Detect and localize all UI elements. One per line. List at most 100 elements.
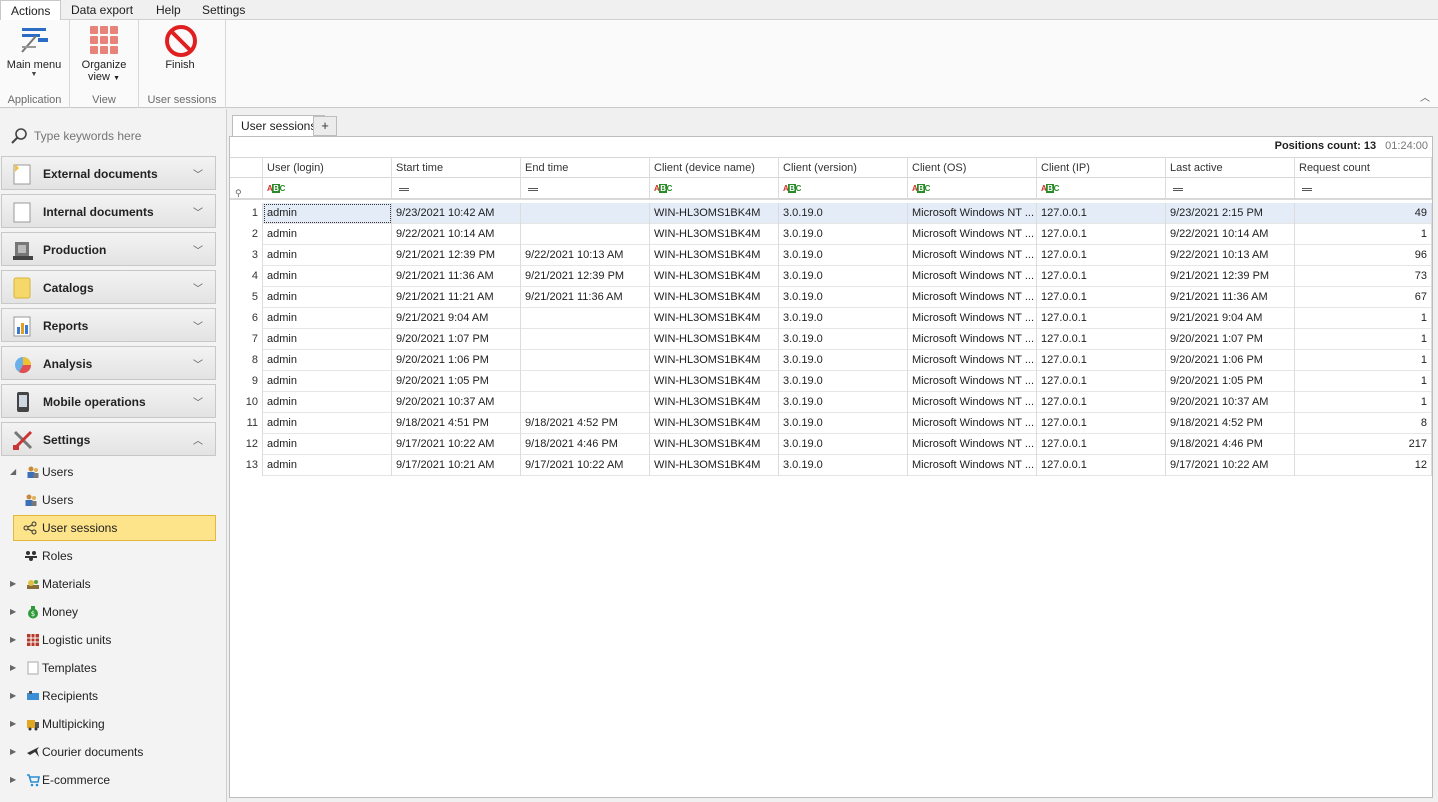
table-cell[interactable] [521, 371, 650, 392]
column-header[interactable]: Request count [1295, 158, 1432, 179]
table-cell[interactable]: 1 [1295, 329, 1432, 350]
search-input[interactable] [34, 128, 214, 144]
table-cell[interactable]: WIN-HL3OMS1BK4M [650, 287, 779, 308]
tree-item-logistic-units[interactable]: ▶ Logistic units [10, 629, 210, 651]
row-number[interactable]: 11 [230, 413, 263, 434]
table-cell[interactable]: 9/18/2021 4:52 PM [1166, 413, 1295, 434]
table-cell[interactable]: 127.0.0.1 [1037, 434, 1166, 455]
table-cell[interactable]: 9/20/2021 1:07 PM [392, 329, 521, 350]
main-menu-button[interactable]: Main menu ▼ [3, 22, 65, 79]
table-cell[interactable]: Microsoft Windows NT ... [908, 287, 1037, 308]
table-cell[interactable]: Microsoft Windows NT ... [908, 203, 1037, 224]
table-cell[interactable]: 3.0.19.0 [779, 350, 908, 371]
table-cell[interactable]: 9/21/2021 9:04 AM [1166, 308, 1295, 329]
table-cell[interactable]: WIN-HL3OMS1BK4M [650, 350, 779, 371]
table-cell[interactable]: 9/21/2021 11:36 AM [1166, 287, 1295, 308]
tree-item-users-group[interactable]: ◢ Users [10, 461, 210, 483]
nav-group-internal-documents[interactable]: Internal documents ﹀ [1, 194, 216, 228]
tree-item-roles[interactable]: Roles [14, 545, 214, 567]
table-cell[interactable]: 127.0.0.1 [1037, 245, 1166, 266]
table-cell[interactable]: 9/22/2021 10:14 AM [1166, 224, 1295, 245]
table-cell[interactable]: 3.0.19.0 [779, 224, 908, 245]
table-cell[interactable]: 1 [1295, 224, 1432, 245]
table-cell[interactable]: 9/23/2021 10:42 AM [392, 203, 521, 224]
tree-item-courier-documents[interactable]: ▶ Courier documents [10, 741, 210, 763]
table-row[interactable]: 10 admin 9/20/2021 10:37 AM WIN-HL3OMS1BK4M… [230, 392, 1432, 413]
table-cell[interactable]: 9/21/2021 11:36 AM [521, 287, 650, 308]
table-cell[interactable]: WIN-HL3OMS1BK4M [650, 329, 779, 350]
row-number[interactable]: 9 [230, 371, 263, 392]
table-cell[interactable]: 9/21/2021 12:39 PM [1166, 266, 1295, 287]
table-cell[interactable]: 9/17/2021 10:22 AM [1166, 455, 1295, 476]
tree-item-users[interactable]: Users [14, 489, 214, 511]
table-cell[interactable]: WIN-HL3OMS1BK4M [650, 434, 779, 455]
menu-tab-help[interactable]: Help [146, 0, 191, 20]
filter-icon[interactable]: ⚲ [230, 178, 263, 199]
table-cell[interactable]: 9/22/2021 10:14 AM [392, 224, 521, 245]
table-cell[interactable] [521, 308, 650, 329]
table-cell[interactable]: 127.0.0.1 [1037, 203, 1166, 224]
table-cell[interactable]: admin [263, 455, 392, 476]
table-cell[interactable]: Microsoft Windows NT ... [908, 245, 1037, 266]
table-cell[interactable]: 127.0.0.1 [1037, 455, 1166, 476]
table-cell[interactable]: 9/17/2021 10:22 AM [392, 434, 521, 455]
table-cell[interactable]: 127.0.0.1 [1037, 287, 1166, 308]
table-row[interactable]: 7 admin 9/20/2021 1:07 PM WIN-HL3OMS1BK4M 3.… [230, 329, 1432, 350]
tree-item-materials[interactable]: ▶ Materials [10, 573, 210, 595]
table-cell[interactable]: 9/18/2021 4:52 PM [521, 413, 650, 434]
row-number[interactable]: 7 [230, 329, 263, 350]
table-cell[interactable]: Microsoft Windows NT ... [908, 434, 1037, 455]
filter-cell[interactable]: ABC [908, 178, 1037, 199]
table-cell[interactable]: 9/20/2021 10:37 AM [392, 392, 521, 413]
table-cell[interactable]: 127.0.0.1 [1037, 371, 1166, 392]
filter-cell[interactable]: ABC [779, 178, 908, 199]
table-cell[interactable]: 1 [1295, 350, 1432, 371]
table-row[interactable]: 2 admin 9/22/2021 10:14 AM WIN-HL3OMS1BK4M 3… [230, 224, 1432, 245]
table-row[interactable]: 13 admin 9/17/2021 10:21 AM 9/17/2021 10:22… [230, 455, 1432, 476]
column-header[interactable]: Start time [392, 158, 521, 179]
tree-item-money[interactable]: ▶ $ Money [10, 601, 210, 623]
table-cell[interactable]: 3.0.19.0 [779, 266, 908, 287]
table-cell[interactable]: 3.0.19.0 [779, 413, 908, 434]
table-cell[interactable]: admin [263, 329, 392, 350]
filter-cell[interactable] [521, 178, 650, 199]
table-cell[interactable]: 3.0.19.0 [779, 308, 908, 329]
column-header[interactable]: End time [521, 158, 650, 179]
table-cell[interactable]: 9/18/2021 4:46 PM [521, 434, 650, 455]
table-cell[interactable]: 9/23/2021 2:15 PM [1166, 203, 1295, 224]
table-cell[interactable]: Microsoft Windows NT ... [908, 455, 1037, 476]
column-header[interactable]: Client (version) [779, 158, 908, 179]
table-cell[interactable]: 3.0.19.0 [779, 455, 908, 476]
row-number[interactable]: 13 [230, 455, 263, 476]
table-cell[interactable]: 3.0.19.0 [779, 287, 908, 308]
table-cell[interactable]: 3.0.19.0 [779, 245, 908, 266]
column-header[interactable]: Client (IP) [1037, 158, 1166, 179]
table-row[interactable]: 8 admin 9/20/2021 1:06 PM WIN-HL3OMS1BK4M 3.… [230, 350, 1432, 371]
filter-cell[interactable]: ABC [650, 178, 779, 199]
row-number[interactable]: 2 [230, 224, 263, 245]
table-cell[interactable]: 3.0.19.0 [779, 392, 908, 413]
table-cell[interactable]: 127.0.0.1 [1037, 224, 1166, 245]
filter-cell[interactable] [392, 178, 521, 199]
table-cell[interactable]: 73 [1295, 266, 1432, 287]
filter-cell[interactable] [1166, 178, 1295, 199]
table-cell[interactable]: 3.0.19.0 [779, 329, 908, 350]
table-cell[interactable]: 127.0.0.1 [1037, 413, 1166, 434]
tab-user-sessions[interactable]: User sessions [232, 115, 326, 137]
tree-item-templates[interactable]: ▶ Templates [10, 657, 210, 679]
table-cell[interactable]: 3.0.19.0 [779, 371, 908, 392]
table-cell[interactable]: WIN-HL3OMS1BK4M [650, 224, 779, 245]
filter-cell[interactable]: ABC [263, 178, 392, 199]
table-cell[interactable]: Microsoft Windows NT ... [908, 413, 1037, 434]
table-cell[interactable]: 127.0.0.1 [1037, 308, 1166, 329]
nav-group-reports[interactable]: Reports ﹀ [1, 308, 216, 342]
finish-button[interactable]: Finish [149, 22, 211, 71]
add-tab-button[interactable]: + [313, 116, 337, 136]
table-cell[interactable]: 9/20/2021 1:06 PM [392, 350, 521, 371]
nav-group-settings[interactable]: Settings ︿ [1, 422, 216, 456]
table-cell[interactable]: Microsoft Windows NT ... [908, 350, 1037, 371]
table-cell[interactable] [521, 203, 650, 224]
table-cell[interactable]: 9/20/2021 1:05 PM [392, 371, 521, 392]
table-cell[interactable]: Microsoft Windows NT ... [908, 392, 1037, 413]
table-cell[interactable]: 9/20/2021 1:06 PM [1166, 350, 1295, 371]
